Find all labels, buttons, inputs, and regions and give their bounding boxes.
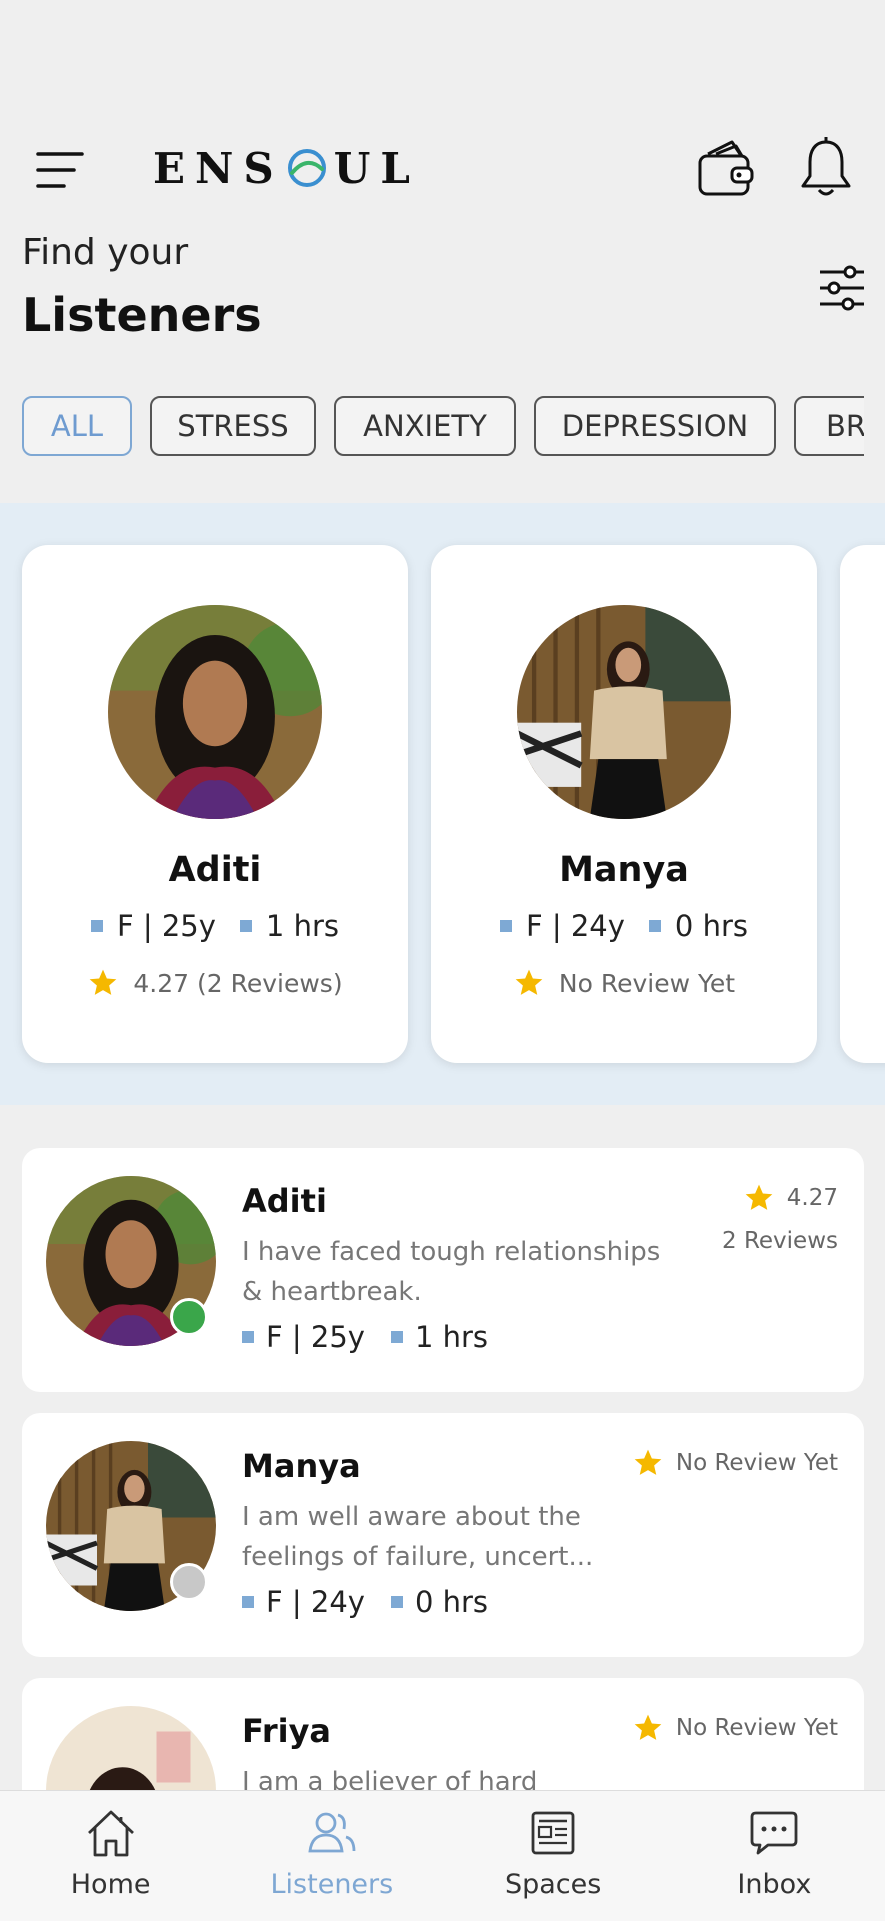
nav-label: Inbox [737, 1869, 812, 1900]
star-icon [87, 967, 119, 999]
rating: No Review Yet [431, 967, 817, 999]
featured-card[interactable]: Manya F | 24y 0 hrs No Review Yet [431, 545, 817, 1063]
featured-card[interactable]: Aditi F | 25y 1 hrs 4.27 (2 Reviews) [22, 545, 408, 1063]
wallet-icon[interactable] [696, 138, 756, 200]
rating-text: No Review Yet [558, 968, 736, 998]
gender-age: F | 24y [525, 909, 625, 943]
logo-mark-icon [287, 149, 326, 187]
rating: 4.27 [743, 1182, 838, 1214]
listener-name: Aditi [242, 1182, 327, 1220]
listener-meta: F | 24y 0 hrs [431, 909, 817, 943]
avatar [108, 605, 322, 819]
nav-listeners[interactable]: Listeners [221, 1791, 442, 1921]
gender-age: F | 25y [116, 909, 216, 943]
rating-value: No Review Yet [675, 1450, 838, 1476]
bullet-icon [242, 1596, 254, 1608]
nav-label: Listeners [270, 1869, 394, 1900]
home-icon [87, 1810, 134, 1857]
review-count: 2 Reviews [722, 1228, 838, 1254]
find-your-label: Find your [22, 232, 189, 273]
filter-settings-icon[interactable] [818, 264, 866, 312]
spaces-icon [531, 1811, 575, 1855]
notification-bell-icon[interactable] [798, 136, 854, 200]
bullet-icon [390, 1331, 403, 1343]
rating-value: No Review Yet [675, 1715, 838, 1741]
star-icon [632, 1447, 664, 1479]
chip-anxiety[interactable]: ANXIETY [334, 396, 516, 456]
hours: 0 hrs [674, 909, 749, 943]
listener-meta: F | 24y 0 hrs [242, 1585, 488, 1619]
rating: 4.27 (2 Reviews) [22, 967, 408, 999]
category-chips: ALL STRESS ANXIETY DEPRESSION BR [22, 396, 864, 460]
bullet-icon [499, 920, 512, 932]
nav-label: Home [70, 1869, 151, 1900]
star-icon [632, 1712, 664, 1744]
list-item[interactable]: Manya I am well aware about the feelings… [22, 1413, 864, 1657]
avatar [517, 605, 731, 819]
listener-name: Aditi [168, 850, 262, 890]
listener-description: I am well aware about the feelings of fa… [242, 1502, 594, 1572]
listeners-icon [308, 1812, 356, 1853]
chip-stress[interactable]: STRESS [150, 396, 316, 456]
listener-meta: F | 25y 1 hrs [242, 1320, 488, 1354]
page-title: Listeners [22, 288, 262, 342]
rating-value: 4.27 [786, 1185, 838, 1211]
gender-age: F | 24y [266, 1585, 365, 1619]
nav-inbox[interactable]: Inbox [664, 1791, 885, 1921]
bullet-icon [648, 920, 661, 932]
featured-card-partial[interactable] [840, 545, 885, 1063]
offline-status-dot [170, 1563, 208, 1601]
gender-age: F | 25y [266, 1320, 365, 1354]
star-icon [743, 1182, 775, 1214]
bullet-icon [390, 1596, 403, 1608]
hours: 1 hrs [414, 1320, 489, 1354]
listener-name: Friya [242, 1712, 332, 1750]
rating: No Review Yet [632, 1712, 838, 1744]
bullet-icon [239, 920, 252, 932]
inbox-icon [750, 1811, 798, 1855]
rating-text: 4.27 (2 Reviews) [133, 968, 343, 998]
chip-depression[interactable]: DEPRESSION [534, 396, 776, 456]
bullet-icon [90, 920, 103, 932]
online-status-dot [170, 1298, 208, 1336]
hours: 1 hrs [265, 909, 340, 943]
bottom-navigation: Home Listeners Spaces Inbox [0, 1790, 885, 1921]
menu-icon[interactable] [36, 150, 86, 190]
hours: 0 hrs [414, 1585, 489, 1619]
chip-br[interactable]: BR [794, 396, 864, 456]
nav-home[interactable]: Home [0, 1791, 221, 1921]
chip-all[interactable]: ALL [22, 396, 132, 456]
listener-description: I have faced tough relationships & heart… [242, 1237, 661, 1307]
listener-name: Manya [242, 1447, 361, 1485]
list-item[interactable]: Aditi I have faced tough relationships &… [22, 1148, 864, 1392]
listener-name: Manya [559, 850, 689, 890]
star-icon [513, 967, 545, 999]
nav-spaces[interactable]: Spaces [443, 1791, 664, 1921]
nav-label: Spaces [504, 1869, 602, 1900]
app-logo: ENS UL [153, 143, 420, 193]
bullet-icon [242, 1331, 254, 1343]
listener-meta: F | 25y 1 hrs [22, 909, 408, 943]
rating: No Review Yet [632, 1447, 838, 1479]
